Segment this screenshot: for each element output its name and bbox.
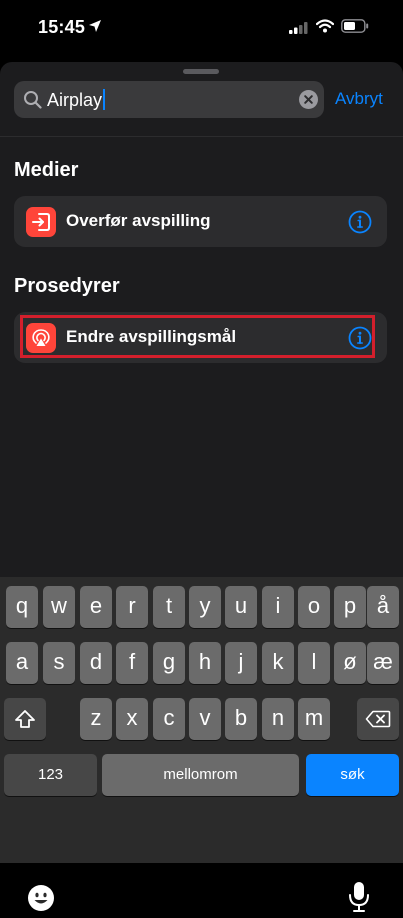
- key-j[interactable]: j: [225, 642, 257, 684]
- transfer-playback-icon: [26, 207, 56, 237]
- key-x[interactable]: x: [116, 698, 148, 740]
- battery-icon: [341, 19, 369, 38]
- status-time: 15:45: [38, 17, 86, 37]
- key-g[interactable]: g: [153, 642, 185, 684]
- key-r[interactable]: r: [116, 586, 148, 628]
- shift-key[interactable]: [4, 698, 46, 740]
- key-o[interactable]: o: [298, 586, 330, 628]
- action-label: Overfør avspilling: [66, 211, 211, 230]
- key-oe[interactable]: ø: [334, 642, 366, 684]
- shift-icon: [15, 710, 35, 728]
- sheet-grabber[interactable]: [183, 69, 219, 74]
- key-k[interactable]: k: [262, 642, 294, 684]
- space-key[interactable]: mellomrom: [102, 754, 299, 796]
- backspace-icon: [365, 710, 391, 728]
- key-i[interactable]: i: [262, 586, 294, 628]
- backspace-key[interactable]: [357, 698, 399, 740]
- key-s[interactable]: s: [43, 642, 75, 684]
- cellular-signal-icon: [289, 21, 309, 39]
- wifi-icon: [315, 19, 335, 38]
- section-title-prosedyrer: Prosedyrer: [14, 275, 120, 297]
- emoji-icon[interactable]: [27, 884, 55, 917]
- search-sheet: Airplay Avbryt Medier Overfør avspilling: [0, 62, 403, 912]
- keyboard: q w e r t y u i o p å a s d f g h j k l …: [0, 577, 403, 912]
- selection-highlight: [20, 315, 375, 358]
- numbers-key[interactable]: 123: [4, 754, 97, 796]
- key-v[interactable]: v: [189, 698, 221, 740]
- status-bar: 15:45: [0, 0, 403, 56]
- key-e[interactable]: e: [80, 586, 112, 628]
- key-y[interactable]: y: [189, 586, 221, 628]
- location-arrow-icon: [88, 19, 102, 38]
- key-w[interactable]: w: [43, 586, 75, 628]
- clear-search-icon[interactable]: [299, 90, 318, 109]
- key-p[interactable]: p: [334, 586, 366, 628]
- search-return-key[interactable]: søk: [306, 754, 399, 796]
- key-t[interactable]: t: [153, 586, 185, 628]
- section-title-medier: Medier: [14, 159, 79, 181]
- key-a[interactable]: a: [6, 642, 38, 684]
- text-cursor: [103, 89, 106, 110]
- key-aa[interactable]: å: [367, 586, 399, 628]
- info-icon[interactable]: [348, 210, 372, 239]
- key-u[interactable]: u: [225, 586, 257, 628]
- action-overfor-avspilling[interactable]: Overfør avspilling: [14, 196, 387, 247]
- key-h[interactable]: h: [189, 642, 221, 684]
- key-n[interactable]: n: [262, 698, 294, 740]
- key-l[interactable]: l: [298, 642, 330, 684]
- cancel-button[interactable]: Avbryt: [335, 89, 383, 109]
- key-c[interactable]: c: [153, 698, 185, 740]
- key-d[interactable]: d: [80, 642, 112, 684]
- search-input[interactable]: Airplay: [47, 89, 106, 111]
- search-icon: [23, 90, 42, 114]
- key-z[interactable]: z: [80, 698, 112, 740]
- key-b[interactable]: b: [225, 698, 257, 740]
- search-field[interactable]: Airplay: [14, 81, 324, 118]
- key-ae[interactable]: æ: [367, 642, 399, 684]
- microphone-icon[interactable]: [348, 881, 370, 918]
- divider: [0, 136, 403, 137]
- key-m[interactable]: m: [298, 698, 330, 740]
- key-q[interactable]: q: [6, 586, 38, 628]
- key-f[interactable]: f: [116, 642, 148, 684]
